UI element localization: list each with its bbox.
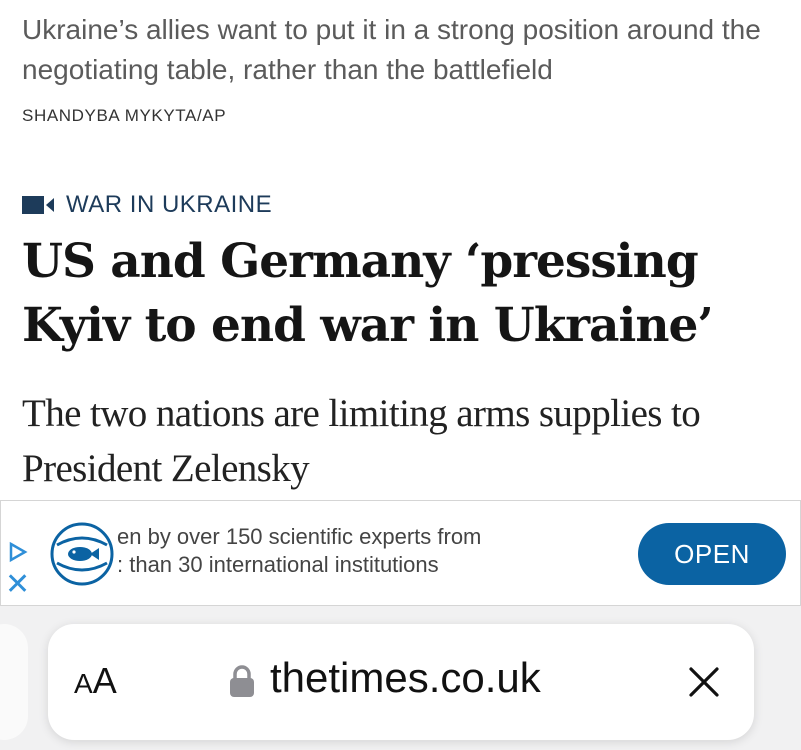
url-domain[interactable]: thetimes.co.uk (270, 654, 541, 702)
video-camera-icon (22, 196, 54, 214)
fish-globe-icon (50, 522, 114, 586)
section-tag[interactable]: WAR IN UKRAINE (22, 190, 272, 220)
reader-label-small: A (74, 668, 93, 699)
image-credit: SHANDYBA MYKYTA/AP (22, 106, 227, 125)
reader-settings-button[interactable]: A A (74, 660, 117, 704)
ad-choices-icon[interactable] (7, 541, 29, 563)
close-icon[interactable] (688, 666, 720, 698)
address-bar[interactable]: A A thetimes.co.uk (48, 624, 754, 740)
lock-icon (230, 665, 254, 697)
browser-toolbar: A A thetimes.co.uk (0, 606, 801, 750)
ad-banner[interactable]: ✕ en by over 150 scientific experts from… (0, 500, 801, 606)
reader-label-large: A (92, 660, 117, 701)
image-caption: Ukraine’s allies want to put it in a str… (22, 14, 761, 85)
ad-text-line: : than 30 international institutions (117, 552, 439, 577)
previous-tab-card[interactable] (0, 624, 28, 740)
ad-close-icon[interactable]: ✕ (5, 570, 30, 600)
ad-text-line: en by over 150 scientific experts from (117, 524, 482, 549)
article-standfirst: The two nations are limiting arms suppli… (22, 392, 701, 490)
section-label: WAR IN UKRAINE (66, 191, 273, 218)
ad-open-button[interactable]: OPEN (638, 523, 786, 585)
ad-text[interactable]: en by over 150 scientific experts from :… (117, 523, 587, 583)
article-headline[interactable]: US and Germany ‘pressing Kyiv to end war… (22, 230, 792, 358)
